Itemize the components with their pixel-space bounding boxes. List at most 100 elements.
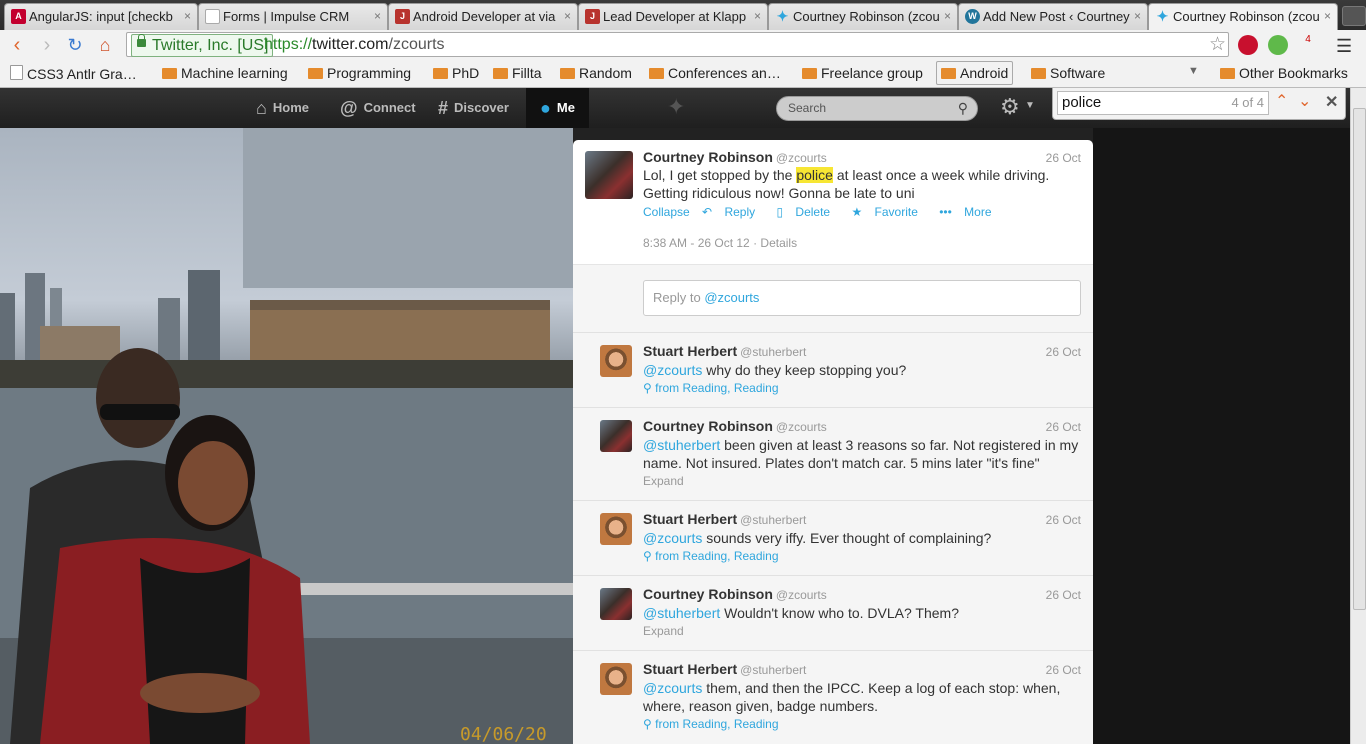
close-icon[interactable]: × [374, 4, 381, 29]
close-icon[interactable]: × [754, 4, 761, 29]
bookmark-folder[interactable]: Programming [308, 65, 411, 81]
close-icon[interactable]: × [184, 4, 191, 29]
bookmark-folder[interactable]: Machine learning [162, 65, 288, 81]
browser-tab[interactable]: ✦ Courtney Robinson (zcou × [768, 3, 958, 30]
twitter-bird-icon[interactable]: ✦ [667, 94, 685, 120]
browser-tab[interactable]: W Add New Post ‹ Courtney × [958, 3, 1148, 30]
browser-tab-active[interactable]: ✦ Courtney Robinson (zcou × [1148, 3, 1338, 30]
tweet-date[interactable]: 26 Oct [1046, 513, 1081, 527]
nav-me[interactable]: ● Me [526, 88, 589, 128]
more-button[interactable]: ••• More [939, 205, 1000, 219]
tweet-author[interactable]: Courtney Robinson @zcourts [643, 586, 827, 602]
nav-home[interactable]: ⌂ Home [256, 88, 309, 128]
reply-tweet[interactable]: Courtney Robinson @zcourts 26 Oct @stuher… [573, 575, 1093, 651]
bookmark-folder[interactable]: Random [560, 65, 632, 81]
tweet-date[interactable]: 26 Oct [1046, 151, 1081, 165]
reply-tweet[interactable]: Stuart Herbert @stuherbert 26 Oct @zcourt… [573, 332, 1093, 408]
bookmark-folder[interactable]: Freelance group [802, 65, 923, 81]
tweet-location[interactable]: ⚲ from Reading, Reading [643, 717, 779, 731]
avatar[interactable] [600, 588, 632, 620]
menu-icon[interactable]: ☰ [1336, 36, 1352, 57]
back-arrow-icon[interactable]: ‹ [6, 34, 28, 56]
bookmark-folder[interactable]: Fillta [493, 65, 542, 81]
avatar[interactable] [600, 345, 632, 377]
close-icon[interactable]: × [1134, 4, 1141, 29]
address-bar[interactable]: Twitter, Inc. [US] https://twitter.com/z… [126, 32, 1229, 57]
chevron-down-icon[interactable]: ▼ [1025, 100, 1035, 111]
tweet-date[interactable]: 26 Oct [1046, 420, 1081, 434]
tweet-author[interactable]: Courtney Robinson @zcourts [643, 149, 827, 165]
tweet-author[interactable]: Courtney Robinson @zcourts [643, 418, 827, 434]
tab-title: Forms | Impulse CRM [223, 9, 350, 24]
tweet-author[interactable]: Stuart Herbert @stuherbert [643, 511, 806, 527]
reply-input[interactable]: Reply to @zcourts [643, 280, 1081, 316]
avatar[interactable] [600, 513, 632, 545]
find-next-icon[interactable]: ⌄ [1298, 91, 1311, 111]
collapse-link[interactable]: Collapse [643, 205, 690, 219]
close-icon[interactable]: ✕ [1325, 92, 1338, 112]
browser-tab[interactable]: Forms | Impulse CRM × [198, 3, 388, 30]
jobpage-icon: J [585, 9, 600, 24]
reload-icon[interactable]: ↻ [64, 34, 86, 56]
tweet-author[interactable]: Stuart Herbert @stuherbert [643, 661, 806, 677]
avatar[interactable] [585, 151, 633, 199]
find-previous-icon[interactable]: ⌃ [1275, 91, 1288, 111]
tweet-location[interactable]: ⚲ from Reading, Reading [643, 549, 779, 563]
avatar[interactable] [600, 420, 632, 452]
bookmark-folder[interactable]: PhD [433, 65, 479, 81]
browser-tab[interactable]: J Android Developer at via × [388, 3, 578, 30]
details-link[interactable]: Details [760, 236, 797, 250]
bookmark-bar: CSS3 Antlr Gra… Machine learning Program… [0, 60, 1366, 88]
person-icon: ● [540, 98, 551, 118]
close-icon[interactable]: × [564, 4, 571, 29]
twitter-icon: ✦ [776, 8, 789, 24]
tab-title: Android Developer at via [413, 9, 556, 24]
favorite-button[interactable]: ★ Favorite [851, 205, 926, 219]
scrollbar-thumb[interactable] [1353, 108, 1366, 610]
tweet-location[interactable]: ⚲ from Reading, Reading [643, 381, 779, 395]
reply-tweet[interactable]: Stuart Herbert @stuherbert 26 Oct @zcourt… [573, 650, 1093, 744]
avatar[interactable] [600, 663, 632, 695]
nav-connect[interactable]: @ Connect [340, 88, 416, 128]
delete-button[interactable]: ▯ Delete [776, 205, 839, 219]
bookmark-folder[interactable]: Android [936, 61, 1014, 85]
find-bar: police 4 of 4 ⌃ ⌄ ✕ [1052, 88, 1346, 120]
twitter-icon: ✦ [1156, 8, 1169, 24]
browser-tab[interactable]: J Lead Developer at Klapp × [578, 3, 768, 30]
bookmark-star-icon[interactable]: ☆ [1209, 33, 1226, 56]
search-input[interactable]: Search ⚲ [776, 96, 978, 121]
close-icon[interactable]: × [944, 4, 951, 29]
close-icon[interactable]: × [1324, 4, 1331, 29]
tweet-date[interactable]: 26 Oct [1046, 663, 1081, 677]
reply-icon: ↶ [702, 205, 716, 219]
bookmark-item[interactable]: CSS3 Antlr Gra… [10, 65, 137, 82]
find-input[interactable]: police 4 of 4 [1057, 91, 1269, 115]
nav-discover[interactable]: # Discover [438, 88, 509, 128]
bookmark-folder[interactable]: Software [1031, 65, 1105, 81]
url-text[interactable]: https://twitter.com/zcourts [264, 33, 445, 56]
forward-arrow-icon[interactable]: › [36, 34, 58, 56]
home-icon[interactable]: ⌂ [94, 34, 116, 56]
scrollbar[interactable] [1350, 88, 1366, 744]
adblock-extension-icon[interactable] [1238, 35, 1258, 55]
tweet-author[interactable]: Stuart Herbert @stuherbert [643, 343, 806, 359]
chevron-down-icon[interactable]: ▼ [1188, 65, 1199, 77]
browser-tab[interactable]: A AngularJS: input [checkb × [4, 3, 198, 30]
bookmark-folder[interactable]: Conferences an… [649, 65, 781, 81]
location-pin-icon: ⚲ [643, 549, 656, 563]
other-bookmarks-folder[interactable]: Other Bookmarks [1220, 65, 1348, 81]
gear-icon[interactable]: ⚙ [1000, 94, 1020, 120]
new-tab-button[interactable] [1342, 6, 1366, 26]
tweet-date[interactable]: 26 Oct [1046, 588, 1081, 602]
expand-link[interactable]: Expand [643, 474, 684, 488]
tweet-date[interactable]: 26 Oct [1046, 345, 1081, 359]
security-badge[interactable]: Twitter, Inc. [US] [131, 34, 274, 57]
page-icon [10, 65, 23, 80]
reply-tweet[interactable]: Stuart Herbert @stuherbert 26 Oct @zcourt… [573, 500, 1093, 576]
reply-button[interactable]: ↶ Reply [702, 205, 764, 219]
reply-tweet[interactable]: Courtney Robinson @zcourts 26 Oct @stuher… [573, 407, 1093, 501]
extension-badge[interactable]: 4 [1298, 35, 1318, 55]
expand-link[interactable]: Expand [643, 624, 684, 638]
search-icon[interactable]: ⚲ [958, 97, 968, 120]
evernote-extension-icon[interactable] [1268, 35, 1288, 55]
